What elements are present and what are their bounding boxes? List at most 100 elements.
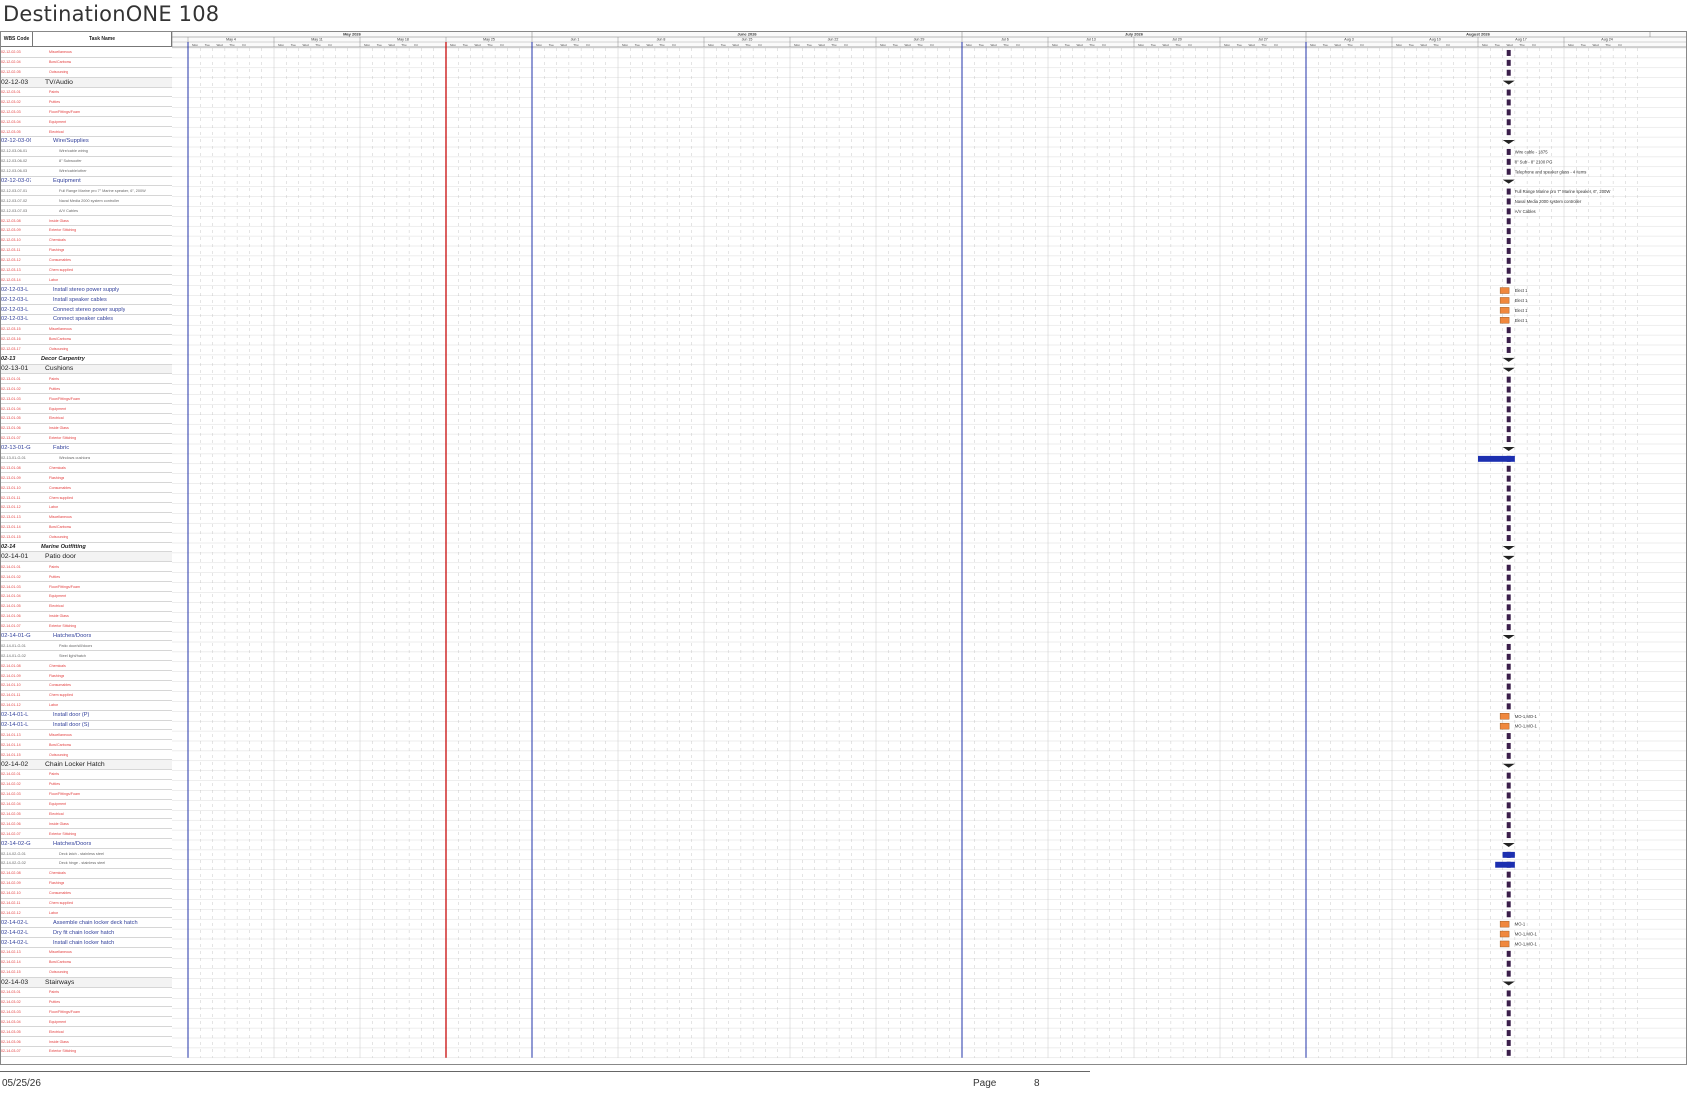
- task-row[interactable]: 02-14-02-02 Putties: [0, 780, 172, 790]
- task-row[interactable]: 02-14-02-L Install chain locker hatch: [0, 938, 172, 949]
- task-row[interactable]: 02-12-03-12 Consumables: [0, 256, 172, 266]
- task-row[interactable]: 02-12-03-06-03 Wire/cable/other: [0, 167, 172, 177]
- task-row[interactable]: 02-12-03-06-02 8" Subwoofer: [0, 157, 172, 167]
- task-row[interactable]: 02-14-02-09 Flashings: [0, 879, 172, 889]
- task-row[interactable]: 02-13-01-15 Outsourcing: [0, 533, 172, 543]
- task-row[interactable]: 02-13-01-01 Paints: [0, 374, 172, 385]
- task-row[interactable]: 02-14-02-03 Floor/Fittings/Foam: [0, 790, 172, 800]
- task-row[interactable]: 02-14-01-09 Flashings: [0, 671, 172, 681]
- task-row[interactable]: 02-12-03-14 Labor: [0, 275, 172, 286]
- task-row[interactable]: 02-14-01-12 Labor: [0, 701, 172, 711]
- task-row[interactable]: 02-14-03-05 Electrical: [0, 1027, 172, 1038]
- task-row[interactable]: 02-12-03-06 Wire/Supplies: [0, 137, 172, 147]
- task-row[interactable]: 02-14-02-01 Paints: [0, 770, 172, 780]
- task-row[interactable]: 02-14-03-01 Paints: [0, 988, 172, 998]
- task-row[interactable]: 02-14-03-03 Floor/Fittings/Foam: [0, 1007, 172, 1018]
- task-row[interactable]: 02-12-03-06-01 Wire/cable wiring: [0, 147, 172, 157]
- task-row[interactable]: 02-12-03-13 Chem supplied: [0, 266, 172, 276]
- task-row[interactable]: 02-12-03-01 Paints: [0, 88, 172, 98]
- task-row[interactable]: 02-14-01-G Hatches/Doors: [0, 632, 172, 642]
- task-row[interactable]: 02-13-01-04 Equipment: [0, 404, 172, 414]
- task-row[interactable]: 02-14-02-13 Miscellaneous: [0, 948, 172, 958]
- task-row[interactable]: 02-14-02-15 Outsourcing: [0, 968, 172, 978]
- task-row[interactable]: 02-14-03 Stairways: [0, 977, 172, 988]
- task-row[interactable]: 02-14-02-14 Bow/Carbonw: [0, 958, 172, 968]
- task-row[interactable]: 02-14-01-07 Exterior Stitching: [0, 622, 172, 632]
- task-row[interactable]: 02-13-01-09 Flashings: [0, 473, 172, 484]
- task-row[interactable]: 02-12-03-L Install stereo power supply: [0, 285, 172, 296]
- task-row[interactable]: 02-12-03-02 Putties: [0, 97, 172, 108]
- task-row[interactable]: 02-12-03-L Connect speaker cables: [0, 315, 172, 325]
- task-row[interactable]: 02-13-01-03 Floor/Fittings/Foam: [0, 394, 172, 405]
- task-row[interactable]: 02-12-03-07 Equipment: [0, 177, 172, 187]
- task-row[interactable]: 02-14-01-L Install door (S): [0, 721, 172, 731]
- task-row[interactable]: 02-13-01-08 Chemicals: [0, 463, 172, 474]
- task-row[interactable]: 02-14-02-G-01 Deck latch - stainless stee…: [0, 849, 172, 860]
- task-row[interactable]: 02-13-01-G Fabric: [0, 444, 172, 454]
- task-row[interactable]: 02-14 Marine Outfitting: [0, 543, 172, 553]
- task-row[interactable]: 02-13-01-10 Consumables: [0, 483, 172, 494]
- task-row[interactable]: 02-14-01 Patio door: [0, 552, 172, 563]
- task-row[interactable]: 02-12-03-07-03 A/V Cables: [0, 206, 172, 217]
- task-row[interactable]: 02-14-01-02 Putties: [0, 572, 172, 583]
- task-row[interactable]: 02-13 Decor Carpentry: [0, 355, 172, 365]
- task-row[interactable]: 02-14-02-10 Consumables: [0, 889, 172, 899]
- task-row[interactable]: 02-13-01-G-01 Windows cushions: [0, 454, 172, 464]
- task-row[interactable]: 02-12-03-L Install speaker cables: [0, 295, 172, 306]
- task-row[interactable]: 02-13-01-06 Inside Glass: [0, 424, 172, 434]
- task-row[interactable]: 02-13-01-07 Exterior Stitching: [0, 434, 172, 444]
- task-row[interactable]: 02-14-02-06 Inside Glass: [0, 819, 172, 830]
- task-row[interactable]: 02-14-02-G-02 Deck hinge - stainless stee…: [0, 859, 172, 869]
- task-row[interactable]: 02-14-01-05 Electrical: [0, 602, 172, 612]
- task-row[interactable]: 02-12-02-03 Miscellaneous: [0, 48, 172, 58]
- task-row[interactable]: 02-13-01-14 Bow/Carbonw: [0, 523, 172, 533]
- task-row[interactable]: 02-12-03-17 Outsourcing: [0, 345, 172, 355]
- task-row[interactable]: 02-14-01-04 Equipment: [0, 592, 172, 602]
- task-row[interactable]: 02-12-03-07-02 Naval Media 2000 system co…: [0, 196, 172, 207]
- task-row[interactable]: 02-14-02-07 Exterior Stitching: [0, 829, 172, 840]
- task-row[interactable]: 02-12-02-04 Bow/Carbonw: [0, 58, 172, 68]
- task-row[interactable]: 02-14-01-01 Paints: [0, 562, 172, 573]
- task-row[interactable]: 02-13-01-13 Miscellaneous: [0, 513, 172, 523]
- task-row[interactable]: 02-12-03-L Connect stereo power supply: [0, 305, 172, 316]
- task-row[interactable]: 02-12-03-15 Miscellaneous: [0, 325, 172, 335]
- task-row[interactable]: 02-12-03-07-01 Full Range Marine pro 7" M…: [0, 186, 172, 197]
- task-row[interactable]: 02-12-02-05 Outsourcing: [0, 68, 172, 78]
- task-row[interactable]: 02-12-03-11 Flashings: [0, 246, 172, 256]
- task-row[interactable]: 02-12-03-16 Bow/Carbonw: [0, 335, 172, 345]
- task-row[interactable]: 02-12-03-03 Floor/Fittings/Foam: [0, 107, 172, 118]
- task-row[interactable]: 02-14-02-12 Labor: [0, 908, 172, 919]
- task-row[interactable]: 02-14-03-02 Putties: [0, 998, 172, 1008]
- task-row[interactable]: 02-14-02-05 Electrical: [0, 810, 172, 820]
- task-row[interactable]: 02-13-01-11 Chem supplied: [0, 493, 172, 503]
- task-row[interactable]: 02-12-03-09 Exterior Stitching: [0, 226, 172, 236]
- task-row[interactable]: 02-13-01 Cushions: [0, 364, 172, 375]
- task-row[interactable]: 02-14-01-08 Chemicals: [0, 661, 172, 672]
- task-row[interactable]: 02-13-01-02 Putties: [0, 384, 172, 395]
- task-row[interactable]: 02-14-03-04 Equipment: [0, 1017, 172, 1028]
- task-row[interactable]: 02-14-01-11 Chem supplied: [0, 691, 172, 701]
- task-row[interactable]: 02-14-02-08 Chemicals: [0, 869, 172, 879]
- task-row[interactable]: 02-14-01-15 Outsourcing: [0, 750, 172, 761]
- task-row[interactable]: 02-14-02-L Dry fit chain locker hatch: [0, 928, 172, 939]
- task-row[interactable]: 02-14-01-10 Consumables: [0, 681, 172, 691]
- task-row[interactable]: 02-14-02 Chain Locker Hatch: [0, 760, 172, 771]
- task-row[interactable]: 02-14-01-G-02 Steel light/hatch: [0, 651, 172, 662]
- task-row[interactable]: 02-14-01-03 Floor/Fittings/Foam: [0, 582, 172, 592]
- task-row[interactable]: 02-12-03-08 Inside Glass: [0, 216, 172, 227]
- task-row[interactable]: 02-14-01-13 Miscellaneous: [0, 730, 172, 741]
- task-row[interactable]: 02-12-03-10 Chemicals: [0, 236, 172, 246]
- task-row[interactable]: 02-13-01-12 Labor: [0, 503, 172, 513]
- task-row[interactable]: 02-14-01-14 Bow/Carbonw: [0, 740, 172, 751]
- task-row[interactable]: 02-14-01-G-01 Patio door/sill/doors: [0, 641, 172, 652]
- task-row[interactable]: 02-14-03-06 Inside Glass: [0, 1037, 172, 1047]
- task-row[interactable]: 02-14-01-06 Inside Glass: [0, 612, 172, 622]
- task-row[interactable]: 02-14-02-11 Chem supplied: [0, 899, 172, 909]
- task-row[interactable]: 02-12-03-05 Electrical: [0, 127, 172, 138]
- task-row[interactable]: 02-14-03-07 Exterior Stitching: [0, 1047, 172, 1057]
- task-row[interactable]: 02-14-02-L Assemble chain locker deck hat…: [0, 918, 172, 929]
- task-row[interactable]: 02-14-02-04 Equipment: [0, 800, 172, 810]
- task-row[interactable]: 02-14-02-G Hatches/Doors: [0, 839, 172, 850]
- task-row[interactable]: 02-14-01-L Install door (P): [0, 711, 172, 721]
- task-row[interactable]: 02-13-01-05 Electrical: [0, 414, 172, 424]
